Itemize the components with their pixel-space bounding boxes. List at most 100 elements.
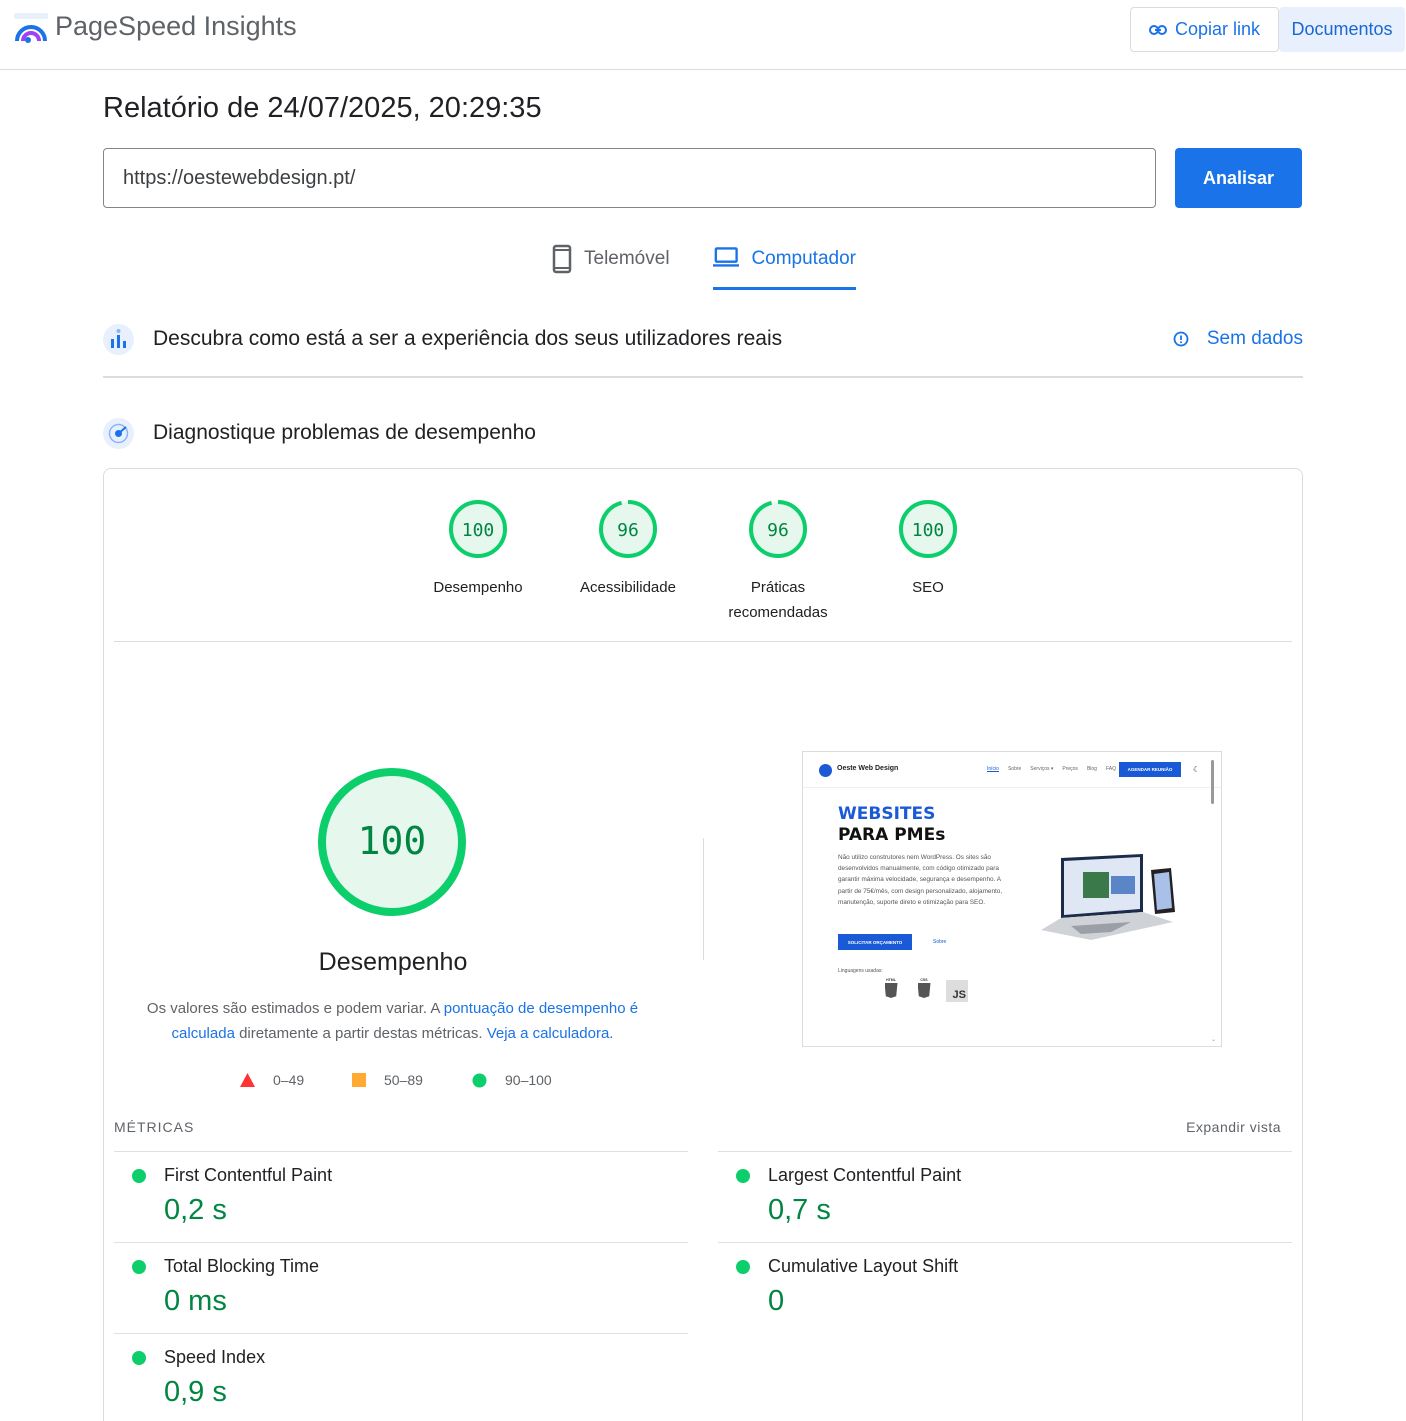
- gauge-best-practices-score: 96: [767, 520, 789, 541]
- thumb-nav-item: Blog: [1086, 766, 1097, 772]
- thumb-headline-2: PARA PMEs: [838, 825, 946, 845]
- gauge-best-practices-label: Práticas recomendadas: [708, 575, 848, 625]
- pass-circle-icon: [132, 1351, 146, 1365]
- device-mockup-image: [1041, 854, 1175, 940]
- gauge-best-practices-ring: 96: [749, 500, 807, 558]
- pass-circle-icon: [132, 1169, 146, 1183]
- thumb-body: Não utilizo construtores nem WordPress. …: [838, 854, 1003, 906]
- expand-view-button[interactable]: Expandir vista: [1186, 1119, 1281, 1135]
- card-divider: [114, 641, 1292, 642]
- app-title: PageSpeed Insights: [55, 11, 297, 41]
- calculator-link[interactable]: Veja a calculadora.: [487, 1025, 614, 1042]
- gauge-performance-score: 100: [462, 520, 495, 541]
- gauge-label-line: Práticas: [750, 579, 806, 596]
- pass-circle-icon: [736, 1260, 750, 1274]
- gauge-label-line: SEO: [912, 579, 944, 596]
- page-screenshot[interactable]: Oeste Web Design Início Sobre Serviços ▾ Pr…: [802, 751, 1222, 1047]
- thumb-moon-icon: ☾: [1193, 765, 1201, 774]
- gauge-accessibility-ring: 96: [599, 500, 657, 558]
- copy-link-label: Copiar link: [1174, 19, 1261, 39]
- thumb-css-label: CSS: [920, 978, 928, 982]
- tab-mobile-label: Telemóvel: [584, 248, 670, 269]
- tab-desktop[interactable]: Computador: [713, 244, 856, 290]
- gauge-accessibility-label: Acessibilidade: [558, 575, 698, 600]
- legend-fail: 0–49: [240, 1072, 304, 1088]
- url-input[interactable]: [103, 148, 1156, 208]
- thumb-nav-item: Início: [987, 766, 999, 772]
- pagespeed-logo-icon: [14, 13, 48, 43]
- field-data-label: Descubra como está a ser a experiência d…: [153, 327, 783, 350]
- metric-name: First Contentful Paint: [164, 1165, 333, 1185]
- legend-pass: 90–100: [472, 1072, 552, 1088]
- top-bar: PageSpeed Insights Copiar link Documento…: [0, 0, 1406, 70]
- metric-cls: Cumulative Layout Shift 0: [718, 1242, 1278, 1332]
- thumb-html-label: HTML: [886, 978, 896, 982]
- thumb-scrollbar: [1211, 760, 1214, 804]
- gauge-label-line: Desempenho: [433, 579, 523, 596]
- metric-name: Speed Index: [164, 1347, 266, 1367]
- metric-name: Largest Contentful Paint: [768, 1165, 962, 1185]
- thumb-nav-item: Serviços ▾: [1030, 766, 1054, 772]
- diagnostics-row: Diagnostique problemas de desempenho: [103, 416, 1303, 450]
- thumb-navbar: Oeste Web Design Início Sobre Serviços ▾ Pr…: [803, 752, 1221, 788]
- analyze-button[interactable]: Analisar: [1175, 148, 1302, 208]
- report-title: Relatório de 24/07/2025, 20:29:35: [103, 92, 542, 124]
- thumb-nav-item: Preços: [1062, 766, 1078, 772]
- thumb-quote-button: SOLICITAR ORÇAMENTO: [838, 934, 912, 950]
- circle-icon: [472, 1073, 487, 1087]
- thumb-scroll-arrow-icon: ⌄: [1211, 1037, 1217, 1043]
- pass-circle-icon: [132, 1260, 146, 1274]
- gauge-accessibility-score: 96: [617, 520, 639, 541]
- desc-text-1: Os valores são estimados e podem variar.…: [146, 1000, 444, 1017]
- tab-mobile[interactable]: Telemóvel: [552, 244, 670, 290]
- metric-fcp: First Contentful Paint 0,2 s: [114, 1151, 674, 1241]
- section-divider: [103, 376, 1303, 378]
- gauge-seo-label: SEO: [858, 575, 998, 600]
- phone-icon: [552, 244, 572, 274]
- performance-score: 100: [358, 819, 427, 863]
- tab-desktop-label: Computador: [751, 248, 856, 269]
- metric-value: 0,9 s: [164, 1376, 227, 1408]
- metric-name: Total Blocking Time: [164, 1256, 320, 1276]
- desc-text-2: diretamente a partir destas métricas.: [234, 1025, 487, 1042]
- thumb-brand: Oeste Web Design: [837, 765, 899, 772]
- field-data-row: Descubra como está a ser a experiência d…: [103, 322, 1303, 356]
- thumb-logo-icon: [819, 764, 832, 777]
- no-data-label: Sem dados: [1206, 328, 1303, 349]
- thumb-nav-item: Sobre: [1007, 766, 1022, 772]
- laptop-icon: [713, 247, 740, 267]
- users-chart-icon: [103, 323, 134, 355]
- square-icon: [352, 1073, 366, 1087]
- diagnostics-label: Diagnostique problemas de desempenho: [153, 421, 536, 444]
- docs-button[interactable]: Documentos: [1279, 7, 1405, 52]
- triangle-icon: [240, 1073, 255, 1087]
- metrics-title: MÉTRICAS: [114, 1119, 195, 1135]
- css3-icon: CSS: [916, 978, 932, 1002]
- html5-icon: HTML: [883, 978, 899, 1002]
- thumb-about-button: Sobre: [933, 939, 947, 945]
- no-data-link[interactable]: Sem dados: [1173, 328, 1303, 350]
- vertical-separator: [703, 838, 704, 960]
- info-icon: [1173, 331, 1189, 347]
- metric-value: 0,7 s: [768, 1194, 831, 1226]
- performance-description: Os valores são estimados e podem variar.…: [140, 996, 645, 1046]
- js-icon: JS: [946, 980, 968, 1002]
- thumb-languages-label: Linguagens usadas:: [838, 968, 883, 974]
- performance-gauge: 100: [318, 768, 466, 916]
- legend-average: 50–89: [352, 1072, 423, 1088]
- link-icon: [1148, 24, 1167, 35]
- copy-link-button[interactable]: Copiar link: [1130, 7, 1279, 52]
- thumb-nav: Início Sobre Serviços ▾ Preços Blog FAQ: [987, 766, 1116, 772]
- legend-fail-label: 0–49: [273, 1072, 305, 1088]
- metric-value: 0 ms: [164, 1285, 227, 1317]
- gauge-seo-score: 100: [912, 520, 945, 541]
- metric-si: Speed Index 0,9 s: [114, 1333, 674, 1421]
- thumb-cta: AGENDAR REUNIÃO: [1119, 762, 1181, 777]
- gauge-label-line: recomendadas: [728, 604, 828, 621]
- gauge-performance-ring: 100: [449, 500, 507, 558]
- thumb-headline-1: WEBSITES: [838, 804, 936, 824]
- metric-tbt: Total Blocking Time 0 ms: [114, 1242, 674, 1332]
- legend-pass-label: 90–100: [505, 1072, 552, 1088]
- metric-lcp: Largest Contentful Paint 0,7 s: [718, 1151, 1278, 1241]
- legend-average-label: 50–89: [384, 1072, 423, 1088]
